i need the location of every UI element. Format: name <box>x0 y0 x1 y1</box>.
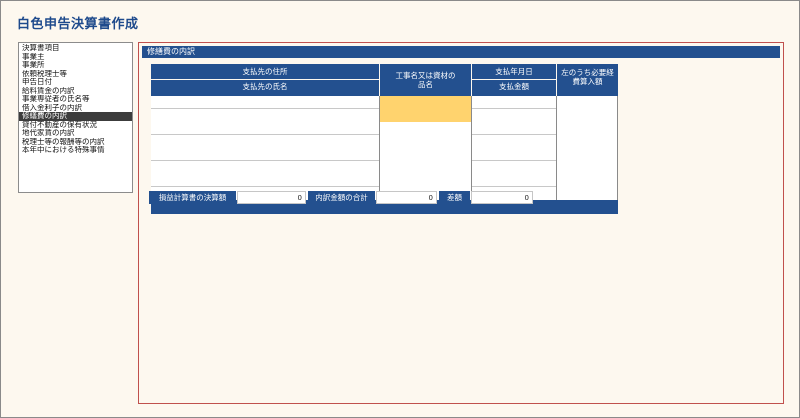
expense-cell <box>557 96 618 122</box>
payment-date-input[interactable] <box>472 96 556 109</box>
payment-cell <box>472 96 557 122</box>
col-header-payment-amount: 支払金額 <box>472 80 556 96</box>
header-divider <box>151 79 379 80</box>
breakdown-total-label: 内訳金額の合計 <box>308 191 375 204</box>
payee-name-input[interactable] <box>151 161 379 174</box>
necessary-expense-input[interactable] <box>557 96 617 122</box>
payee-address-input[interactable] <box>151 96 379 109</box>
payment-cell <box>472 148 557 174</box>
header-column-divider <box>379 64 380 96</box>
difference-value[interactable]: 0 <box>471 191 533 204</box>
table-header: 支払先の住所 支払先の氏名 工事名又は資材の品名 支払年月日 支払金額 左のうち… <box>151 64 618 96</box>
payee-name-input[interactable] <box>151 135 379 148</box>
payee-name-input[interactable] <box>151 109 379 122</box>
statement-amount-label: 損益計算書の決算額 <box>149 191 236 204</box>
necessary-expense-input[interactable] <box>557 174 617 200</box>
payee-address-input[interactable] <box>151 174 379 187</box>
payment-amount-input[interactable] <box>472 109 556 122</box>
nav-item-tax-accountant[interactable]: 依頼税理士等 <box>19 70 132 79</box>
summary-bar: 損益計算書の決算額 0 内訳金額の合計 0 差額 0 <box>149 191 549 204</box>
repair-costs-panel: 修繕費の内訳 支払先の住所 支払先の氏名 工事名又は資材の品名 支払年月日 支払… <box>138 42 784 404</box>
nav-item-filing-date[interactable]: 申告日付 <box>19 78 132 87</box>
payee-cell <box>151 96 380 122</box>
nav-item-special-circumstances[interactable]: 本年中における特殊事情 <box>19 146 132 155</box>
col-header-work-item: 工事名又は資材の品名 <box>380 64 471 96</box>
payee-address-input[interactable] <box>151 122 379 135</box>
payment-amount-input[interactable] <box>472 161 556 174</box>
nav-item-wages[interactable]: 給料賃金の内訳 <box>19 87 132 96</box>
app-title: 白色申告決算書作成 <box>17 17 139 32</box>
work-item-cell <box>380 122 472 148</box>
table-body <box>151 96 618 200</box>
col-header-payment-date: 支払年月日 <box>472 64 556 80</box>
work-item-cell <box>380 148 472 174</box>
expense-cell <box>557 122 618 148</box>
nav-item-owner[interactable]: 事業主 <box>19 53 132 62</box>
nav-item-office[interactable]: 事業所 <box>19 61 132 70</box>
payment-date-input[interactable] <box>472 148 556 161</box>
section-list[interactable]: 決算書項目 事業主 事業所 依頼税理士等 申告日付 給料賃金の内訳 事業専従者の… <box>18 42 133 193</box>
nav-item-loan-interest[interactable]: 借入金利子の内訳 <box>19 104 132 113</box>
header-divider <box>472 79 556 80</box>
header-column-divider <box>556 64 557 96</box>
statement-amount-value[interactable]: 0 <box>237 191 306 204</box>
expense-cell <box>557 174 618 200</box>
work-item-input[interactable] <box>380 96 471 122</box>
nav-item-repair-costs[interactable]: 修繕費の内訳 <box>19 112 132 121</box>
nav-item-summary[interactable]: 決算書項目 <box>19 44 132 53</box>
payment-date-input[interactable] <box>472 122 556 135</box>
payee-cell <box>151 122 380 148</box>
work-item-input[interactable] <box>380 122 471 148</box>
nav-item-rental-property[interactable]: 貸付不動産の保有状況 <box>19 121 132 130</box>
payee-cell <box>151 148 380 174</box>
work-item-cell <box>380 96 472 122</box>
col-header-payee-name: 支払先の氏名 <box>151 80 379 96</box>
nav-item-land-rent[interactable]: 地代家賃の内訳 <box>19 129 132 138</box>
payment-date-input[interactable] <box>472 174 556 187</box>
table-row <box>151 96 618 122</box>
breakdown-total-value[interactable]: 0 <box>376 191 437 204</box>
table-row <box>151 148 618 174</box>
difference-label: 差額 <box>439 191 470 204</box>
app-window: 白色申告決算書作成 決算書項目 事業主 事業所 依頼税理士等 申告日付 給料賃金… <box>0 0 800 418</box>
necessary-expense-input[interactable] <box>557 122 617 148</box>
header-column-divider <box>471 64 472 96</box>
nav-item-accountant-fees[interactable]: 税理士等の報酬等の内訳 <box>19 138 132 147</box>
col-header-necessary-expense: 左のうち必要経費算入額 <box>557 64 618 96</box>
expense-cell <box>557 148 618 174</box>
table-row <box>151 122 618 148</box>
panel-header: 修繕費の内訳 <box>142 46 780 58</box>
necessary-expense-input[interactable] <box>557 148 617 174</box>
work-item-input[interactable] <box>380 148 471 174</box>
payee-address-input[interactable] <box>151 148 379 161</box>
payment-amount-input[interactable] <box>472 135 556 148</box>
payment-cell <box>472 122 557 148</box>
col-header-payee-address: 支払先の住所 <box>151 64 379 80</box>
nav-item-family-employees[interactable]: 事業専従者の氏名等 <box>19 95 132 104</box>
